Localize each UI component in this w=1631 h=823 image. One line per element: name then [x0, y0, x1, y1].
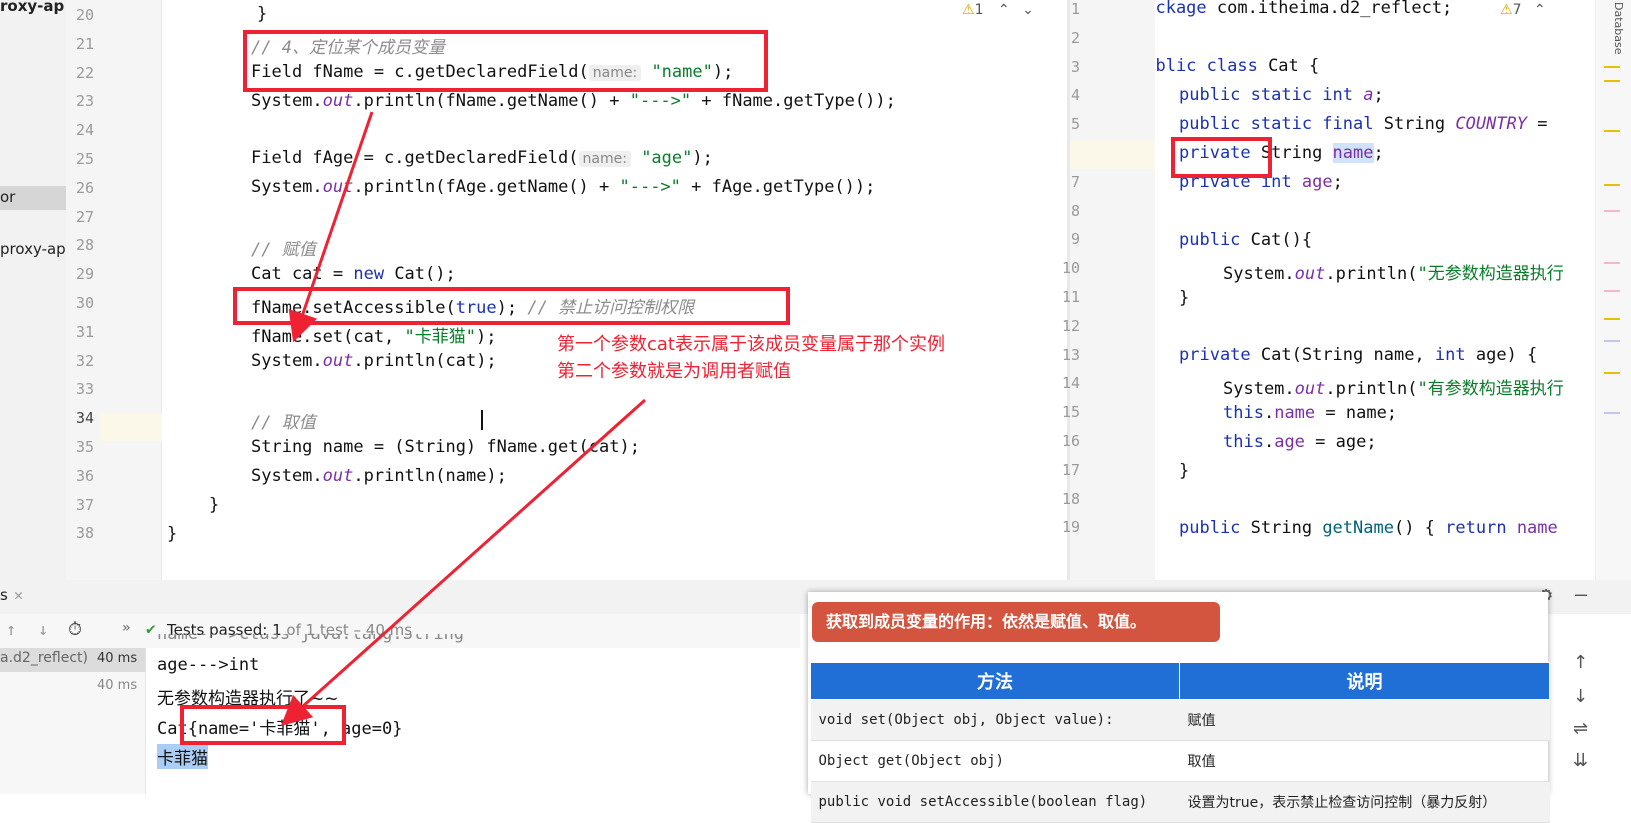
annotation-arrows	[280, 111, 647, 727]
arrow-line-2	[280, 398, 647, 727]
arrow-line-1	[288, 111, 374, 343]
